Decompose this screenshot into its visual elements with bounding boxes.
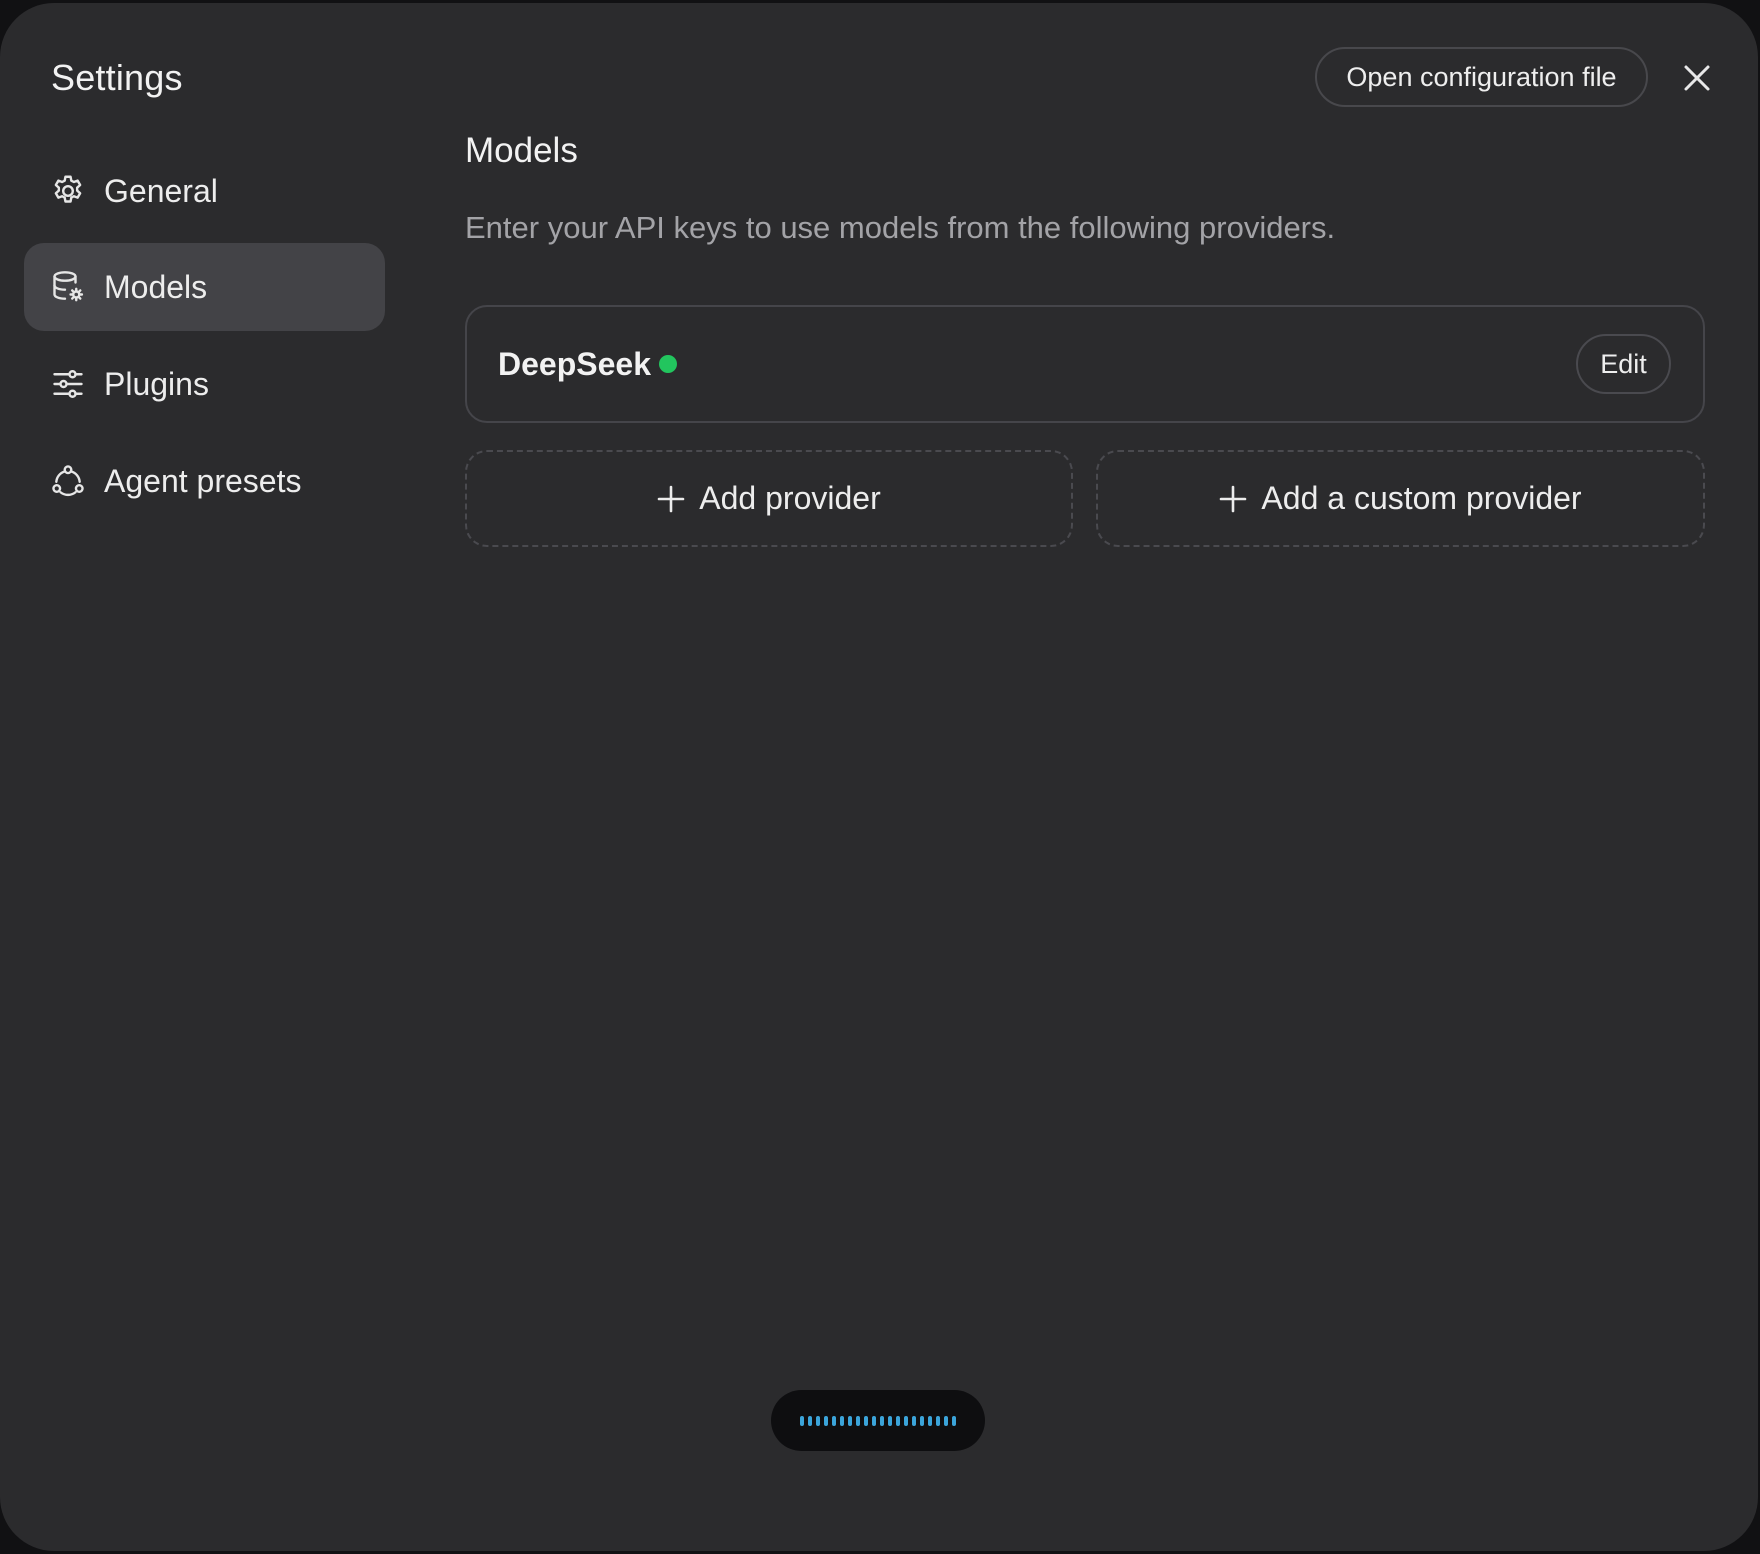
add-custom-provider-label: Add a custom provider [1261,480,1582,516]
edit-provider-button[interactable]: Edit [1576,334,1671,394]
audio-recorder-pill[interactable] [771,1390,985,1451]
add-provider-button[interactable]: Add provider [465,450,1073,547]
sidebar-item-label: Models [104,269,208,305]
sidebar-item-general[interactable]: General [24,147,385,235]
sidebar-item-models[interactable]: Models [24,243,385,331]
settings-window: Settings Open configuration file General [0,3,1758,1551]
gear-icon [50,173,86,209]
sidebar-item-label: Plugins [104,366,209,402]
add-custom-provider-button[interactable]: Add a custom provider [1096,450,1705,547]
audio-waveform-icon [800,1415,956,1426]
provider-card: DeepSeek Edit [465,305,1705,423]
database-gear-icon [50,269,86,305]
sidebar-item-label: General [104,173,218,209]
sidebar-item-label: Agent presets [104,463,302,499]
plus-icon [1220,485,1247,512]
sidebar-item-agent-presets[interactable]: Agent presets [24,437,385,525]
agent-nodes-icon [50,463,86,499]
close-button[interactable] [1677,58,1717,98]
section-title: Models [465,131,578,170]
sidebar-item-plugins[interactable]: Plugins [24,340,385,428]
provider-name: DeepSeek [498,346,651,382]
section-description: Enter your API keys to use models from t… [465,210,1336,245]
add-provider-label: Add provider [699,480,881,516]
sliders-icon [50,366,86,402]
plus-icon [657,485,685,512]
open-configuration-file-button[interactable]: Open configuration file [1315,47,1648,107]
close-icon [1684,65,1710,91]
settings-title: Settings [51,57,183,98]
status-indicator [659,355,677,373]
